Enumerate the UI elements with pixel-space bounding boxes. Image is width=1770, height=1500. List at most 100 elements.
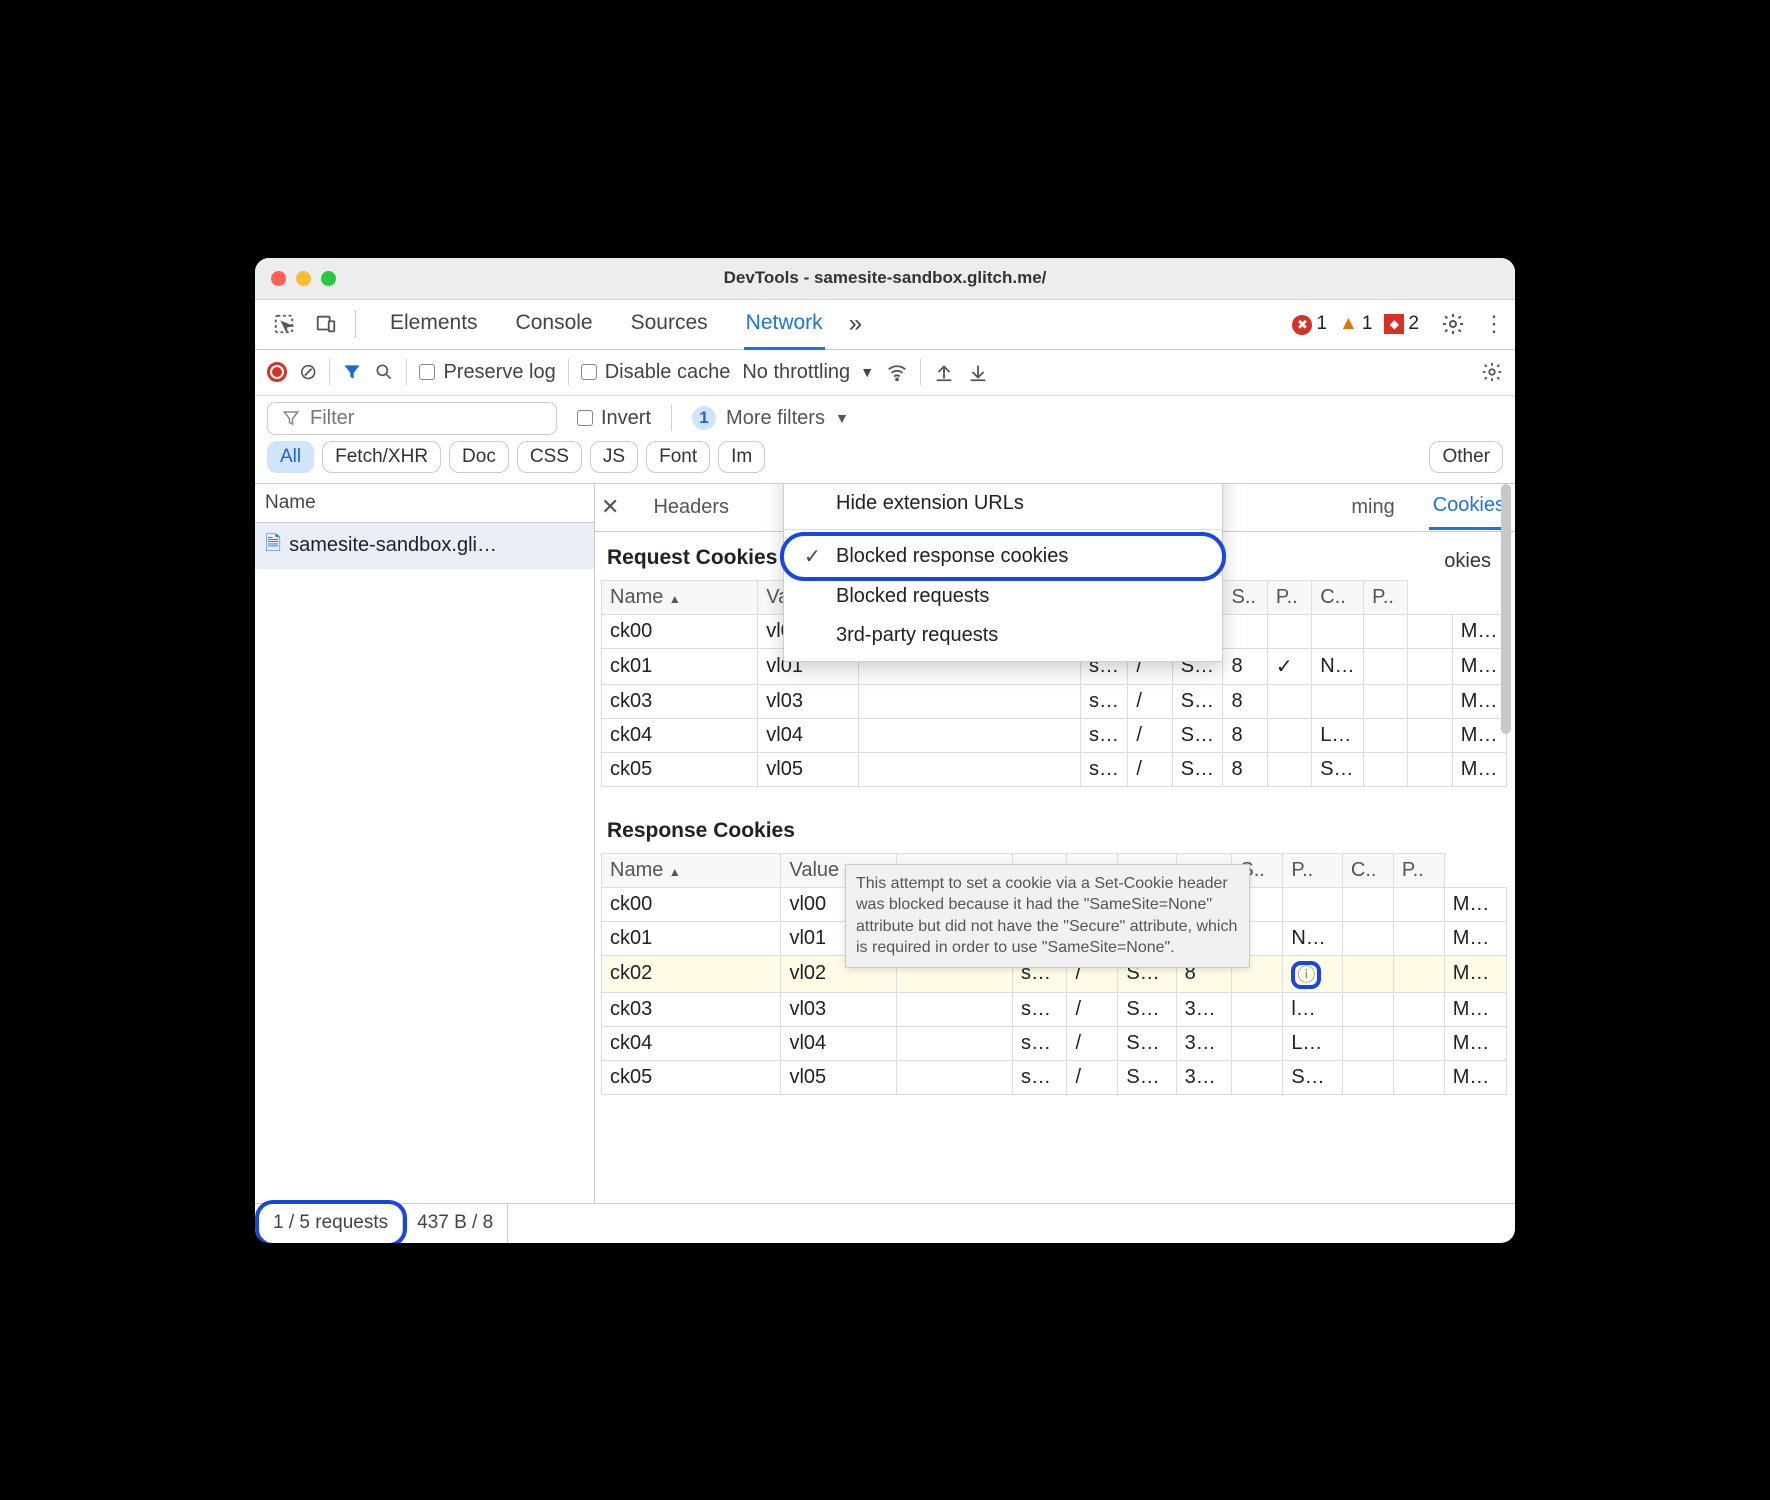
type-filter-row: All Fetch/XHR Doc CSS JS Font Im Other — [255, 441, 1515, 483]
kebab-menu-icon[interactable]: ⋮ — [1483, 311, 1505, 337]
chip-font[interactable]: Font — [646, 441, 710, 473]
disable-cache-checkbox[interactable]: Disable cache — [581, 361, 731, 384]
settings-gear-icon[interactable] — [1441, 312, 1465, 336]
table-cell — [1342, 955, 1393, 992]
preserve-log-checkbox[interactable]: Preserve log — [419, 361, 555, 384]
tab-elements[interactable]: Elements — [388, 299, 480, 350]
titlebar: DevTools - samesite-sandbox.glitch.me/ — [255, 258, 1515, 300]
download-icon[interactable] — [967, 361, 989, 383]
disable-cache-label: Disable cache — [605, 361, 731, 384]
invert-checkbox[interactable]: Invert — [577, 407, 651, 430]
tab-headers[interactable]: Headers — [649, 486, 733, 529]
table-cell — [1408, 752, 1452, 786]
table-row[interactable]: ck05vl05s…/S…8S…M… — [602, 752, 1507, 786]
table-cell — [1393, 921, 1444, 955]
issue-counters[interactable]: 1 1 2 — [1292, 313, 1419, 335]
table-cell: S… — [1172, 684, 1223, 718]
record-button[interactable] — [267, 362, 287, 382]
request-cookies-okies-label: okies — [1444, 550, 1491, 573]
chip-js[interactable]: JS — [590, 441, 638, 473]
table-cell: / — [1067, 992, 1118, 1026]
filter-placeholder: Filter — [310, 407, 354, 430]
menu-item-label: 3rd-party requests — [836, 624, 998, 647]
table-cell: / — [1067, 1060, 1118, 1094]
table-cell — [1393, 955, 1444, 992]
table-cell: ck03 — [602, 684, 758, 718]
table-cell — [1393, 992, 1444, 1026]
table-cell — [1342, 1026, 1393, 1060]
chip-doc[interactable]: Doc — [449, 441, 509, 473]
divider — [920, 359, 921, 385]
device-toolbar-icon[interactable] — [309, 307, 343, 341]
menu-blocked-response-cookies[interactable]: ✓Blocked response cookies — [784, 536, 1222, 577]
throttling-select[interactable]: No throttling▼ — [742, 361, 874, 384]
error-count[interactable]: 1 — [1292, 313, 1327, 335]
network-conditions-icon[interactable] — [886, 361, 908, 383]
filter-input[interactable]: Filter — [267, 402, 557, 435]
preserve-log-label: Preserve log — [443, 361, 555, 384]
chip-img[interactable]: Im — [718, 441, 765, 473]
status-bar: 1 / 5 requests 437 B / 8 — [255, 1203, 1515, 1243]
cookie-blocked-tooltip: This attempt to set a cookie via a Set-C… — [845, 864, 1250, 968]
table-row[interactable]: ck05vl05s…/S…3…S…M… — [602, 1060, 1507, 1094]
chip-all[interactable]: All — [267, 441, 314, 473]
table-cell — [1312, 614, 1364, 648]
filter-count-badge: 1 — [692, 406, 716, 430]
table-cell — [1267, 752, 1311, 786]
chip-other[interactable]: Other — [1429, 441, 1503, 473]
tab-cookies[interactable]: Cookies — [1429, 484, 1509, 530]
menu-3rd-party-requests[interactable]: 3rd-party requests — [784, 616, 1222, 655]
close-detail-icon[interactable]: ✕ — [601, 494, 619, 520]
table-cell — [1408, 648, 1452, 684]
table-cell: ✓ — [1267, 648, 1311, 684]
chip-css[interactable]: CSS — [517, 441, 582, 473]
chip-fetch-xhr[interactable]: Fetch/XHR — [322, 441, 441, 473]
col-mini: P.. — [1364, 580, 1408, 614]
warning-count[interactable]: 1 — [1339, 313, 1372, 335]
table-cell: M… — [1444, 1060, 1506, 1094]
table-row[interactable]: ck03vl03s…/S…3…l…M… — [602, 992, 1507, 1026]
scrollbar[interactable] — [1501, 484, 1513, 1203]
table-cell — [1364, 614, 1408, 648]
info-icon[interactable]: ⓘ — [1291, 961, 1321, 989]
table-row[interactable]: ck04vl04s…/S…8L…M… — [602, 718, 1507, 752]
devtools-window: DevTools - samesite-sandbox.glitch.me/ E… — [255, 258, 1515, 1243]
table-cell — [1312, 684, 1364, 718]
scrollbar-thumb[interactable] — [1501, 484, 1511, 734]
table-cell: ck05 — [602, 752, 758, 786]
col-mini: S.. — [1223, 580, 1267, 614]
table-row[interactable]: ck03vl03s…/S…8M… — [602, 684, 1507, 718]
filter-funnel-icon[interactable] — [342, 362, 362, 382]
table-cell: M… — [1444, 1026, 1506, 1060]
more-tabs-icon[interactable]: » — [849, 310, 862, 338]
tab-timing[interactable]: ming — [1347, 486, 1398, 529]
upload-icon[interactable] — [933, 361, 955, 383]
table-cell: M… — [1452, 718, 1506, 752]
table-cell: ck01 — [602, 648, 758, 684]
table-cell — [1267, 684, 1311, 718]
menu-hide-extension-urls[interactable]: Hide extension URLs — [784, 484, 1222, 523]
request-list-pane: Name 🗎 samesite-sandbox.gli… — [255, 484, 595, 1203]
tab-sources[interactable]: Sources — [629, 299, 710, 350]
search-icon[interactable] — [374, 362, 394, 382]
table-row[interactable]: ck04vl04s…/S…3…L…M… — [602, 1026, 1507, 1060]
request-row[interactable]: 🗎 samesite-sandbox.gli… — [255, 523, 594, 569]
table-cell: / — [1067, 1026, 1118, 1060]
table-cell: 8 — [1223, 684, 1267, 718]
tab-console[interactable]: Console — [514, 299, 595, 350]
menu-blocked-requests[interactable]: Blocked requests — [784, 577, 1222, 616]
network-settings-gear-icon[interactable] — [1481, 361, 1503, 383]
request-list-header[interactable]: Name — [255, 484, 594, 523]
table-cell: s… — [1080, 752, 1127, 786]
table-cell: S… — [1118, 992, 1176, 1026]
window-title: DevTools - samesite-sandbox.glitch.me/ — [255, 268, 1515, 288]
breaking-count[interactable]: 2 — [1384, 313, 1419, 335]
clear-button[interactable]: ⊘ — [299, 359, 317, 385]
more-filters-label: More filters — [726, 407, 825, 430]
tab-network[interactable]: Network — [744, 299, 825, 350]
request-count[interactable]: 1 / 5 requests — [259, 1204, 403, 1243]
more-filters-dropdown[interactable]: 1 More filters ▼ — [692, 406, 849, 430]
table-cell: M… — [1444, 921, 1506, 955]
inspect-icon[interactable] — [267, 307, 301, 341]
divider — [671, 405, 672, 431]
